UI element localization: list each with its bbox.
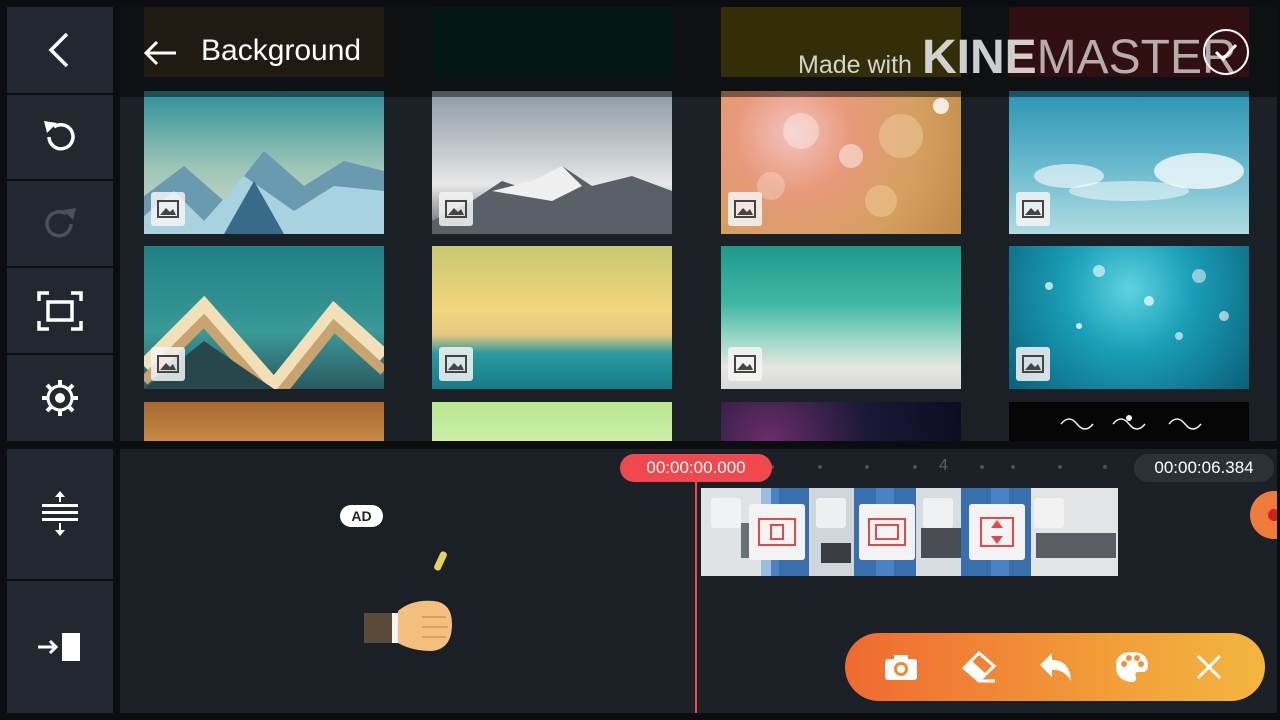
eraser-button[interactable] bbox=[956, 645, 1000, 689]
ruler-mark: 4 bbox=[939, 457, 948, 474]
watermark-made-with: Made with bbox=[798, 51, 912, 79]
playhead[interactable] bbox=[695, 481, 697, 713]
thumb-low-poly-mountains[interactable] bbox=[144, 91, 384, 234]
clip-image-icon-2 bbox=[816, 498, 846, 528]
thumb-warm-orange-blur[interactable] bbox=[144, 402, 384, 441]
watermark: Made with KINE MASTER bbox=[798, 30, 1237, 84]
check-icon bbox=[1214, 43, 1238, 62]
settings-gear-icon bbox=[42, 380, 78, 416]
redo-icon bbox=[45, 207, 76, 237]
image-type-icon bbox=[728, 347, 762, 381]
image-type-icon bbox=[439, 192, 473, 226]
camera-icon bbox=[885, 655, 918, 680]
thumb-teal-geometric-peaks[interactable] bbox=[144, 246, 384, 389]
jump-to-end-button[interactable] bbox=[7, 581, 113, 713]
undo-button[interactable] bbox=[7, 95, 113, 179]
thumb-ocean-wave-beach[interactable] bbox=[721, 246, 961, 389]
drawing-toolbar bbox=[845, 633, 1265, 701]
watermark-brand-bold: KINE bbox=[921, 31, 1037, 84]
image-type-icon bbox=[151, 192, 185, 226]
end-time: 00:00:06.384 bbox=[1134, 454, 1274, 482]
camera-button[interactable] bbox=[879, 645, 923, 689]
jump-to-end-icon bbox=[38, 633, 80, 661]
image-type-icon bbox=[1016, 347, 1050, 381]
ornament-art bbox=[1060, 415, 1202, 430]
transition-frame-icon[interactable] bbox=[859, 504, 915, 560]
undo-stroke-button[interactable] bbox=[1033, 645, 1077, 689]
image-type-icon bbox=[439, 347, 473, 381]
palette-button[interactable] bbox=[1110, 645, 1154, 689]
hand-icon bbox=[364, 600, 452, 651]
fit-screen-button[interactable] bbox=[7, 268, 113, 353]
thumb-bokeh-lights[interactable] bbox=[721, 91, 961, 234]
close-icon bbox=[1196, 654, 1221, 680]
close-button[interactable] bbox=[1187, 645, 1231, 689]
thumb-water-bubbles[interactable] bbox=[1009, 246, 1249, 389]
redo-button[interactable] bbox=[7, 181, 113, 266]
image-type-icon bbox=[728, 192, 762, 226]
thumb-light-green-texture[interactable] bbox=[432, 402, 672, 441]
track-adjust-icon bbox=[42, 491, 78, 536]
eraser-icon bbox=[961, 650, 997, 684]
back-chevron-icon bbox=[48, 32, 69, 68]
pencil-icon bbox=[433, 550, 448, 572]
clip-image-icon-1 bbox=[711, 498, 741, 528]
arrow-left-icon bbox=[143, 40, 176, 66]
palette-icon bbox=[1115, 652, 1148, 682]
header-back-button[interactable] bbox=[140, 33, 180, 73]
clip-image-icon-4 bbox=[1034, 498, 1064, 528]
thumb-sunset-sea-horizon[interactable] bbox=[432, 246, 672, 389]
confirm-button[interactable] bbox=[1203, 29, 1249, 75]
record-button[interactable] bbox=[1250, 491, 1277, 539]
track-adjust-button[interactable] bbox=[7, 449, 113, 579]
back-button[interactable] bbox=[7, 7, 113, 93]
transition-stretch-icon[interactable] bbox=[969, 504, 1025, 560]
thumb-blue-sky-clouds[interactable] bbox=[1009, 91, 1249, 234]
page-title: Background bbox=[201, 34, 362, 67]
thumb-snowy-mountain-peaks[interactable] bbox=[432, 91, 672, 234]
video-clip-track[interactable] bbox=[701, 488, 1118, 576]
ad-badge: AD bbox=[340, 505, 383, 527]
transition-split-icon[interactable] bbox=[749, 504, 805, 560]
current-time: 00:00:00.000 bbox=[620, 454, 772, 482]
image-type-icon bbox=[1016, 192, 1050, 226]
thumb-dark-purple-glow[interactable] bbox=[721, 402, 961, 441]
thumb-black-ornament[interactable] bbox=[1009, 402, 1249, 441]
undo-arrow-icon bbox=[1039, 653, 1071, 681]
fit-screen-icon bbox=[37, 290, 83, 331]
image-type-icon bbox=[151, 347, 185, 381]
undo-icon bbox=[44, 121, 75, 151]
clip-image-icon-3 bbox=[923, 498, 953, 528]
record-dot bbox=[1268, 509, 1277, 521]
settings-button[interactable] bbox=[7, 355, 113, 441]
